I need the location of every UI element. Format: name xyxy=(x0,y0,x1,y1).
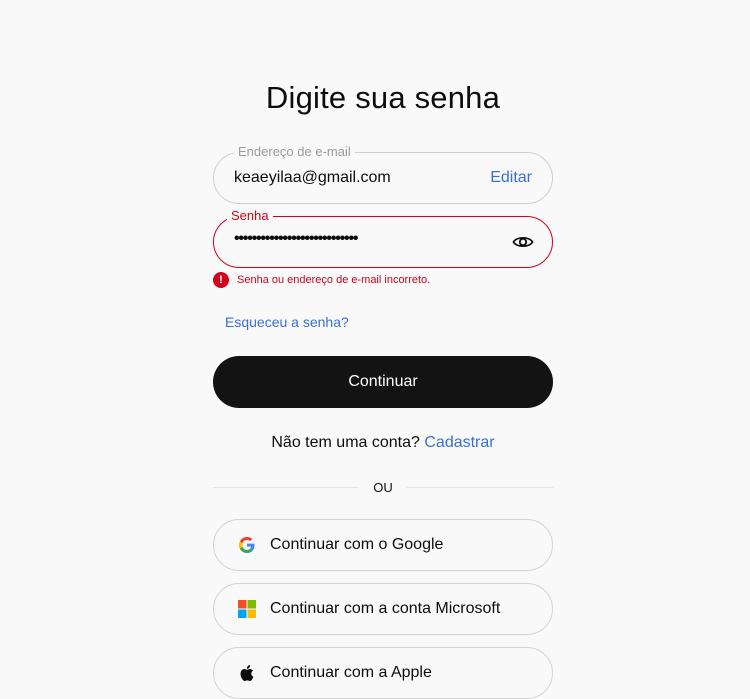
signup-link[interactable]: Cadastrar xyxy=(424,434,494,451)
login-page: Digite sua senha Endereço de e-mail keae… xyxy=(0,0,750,699)
continue-button[interactable]: Continuar xyxy=(213,356,553,408)
forgot-password-link[interactable]: Esqueceu a senha? xyxy=(225,314,349,330)
edit-email-link[interactable]: Editar xyxy=(490,169,532,187)
error-icon: ! xyxy=(213,272,229,288)
google-login-button[interactable]: Continuar com o Google xyxy=(213,519,553,571)
signup-prompt: Não tem uma conta? Cadastrar xyxy=(213,434,553,452)
microsoft-login-button[interactable]: Continuar com a conta Microsoft xyxy=(213,583,553,635)
email-field-label: Endereço de e-mail xyxy=(234,144,355,160)
signup-prompt-text: Não tem uma conta? xyxy=(271,434,420,451)
password-field-label: Senha xyxy=(227,208,273,224)
password-input[interactable]: •••••••••••••••••••••••••••• xyxy=(234,230,358,248)
password-field[interactable]: Senha •••••••••••••••••••••••••••• xyxy=(213,208,553,268)
error-message: ! Senha ou endereço de e-mail incorreto. xyxy=(213,272,430,288)
eye-icon[interactable] xyxy=(512,232,534,252)
microsoft-login-label: Continuar com a conta Microsoft xyxy=(270,600,501,617)
apple-login-button[interactable]: Continuar com a Apple xyxy=(213,647,553,699)
divider-line-right xyxy=(407,487,553,488)
microsoft-icon xyxy=(238,600,256,618)
email-field: Endereço de e-mail keaeyilaa@gmail.com E… xyxy=(213,144,553,204)
google-login-label: Continuar com o Google xyxy=(270,536,444,553)
page-title: Digite sua senha xyxy=(265,80,501,115)
email-value: keaeyilaa@gmail.com xyxy=(234,169,391,186)
or-divider: OU xyxy=(213,478,553,498)
error-text: Senha ou endereço de e-mail incorreto. xyxy=(237,274,431,286)
apple-login-label: Continuar com a Apple xyxy=(270,664,432,681)
apple-icon xyxy=(238,664,256,682)
google-icon xyxy=(238,536,256,554)
